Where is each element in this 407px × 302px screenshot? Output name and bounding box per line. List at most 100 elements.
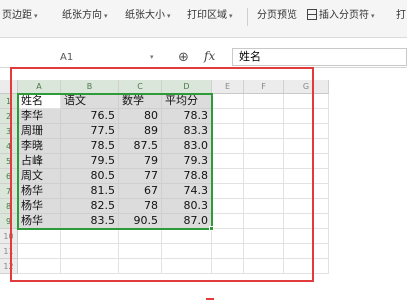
table-cell[interactable]: 87.0	[162, 214, 212, 229]
table-cell[interactable]	[18, 259, 61, 274]
row-header[interactable]: 9	[0, 214, 18, 229]
table-cell[interactable]	[119, 259, 162, 274]
table-cell[interactable]	[212, 214, 244, 229]
table-cell[interactable]	[284, 109, 329, 124]
table-cell[interactable]	[61, 229, 119, 244]
table-cell[interactable]: 82.5	[61, 199, 119, 214]
table-cell[interactable]: 杨华	[18, 184, 61, 199]
row-header[interactable]: 1	[0, 94, 18, 109]
table-cell[interactable]	[284, 169, 329, 184]
formula-input[interactable]: 姓名	[232, 48, 407, 66]
table-cell[interactable]	[284, 199, 329, 214]
table-cell[interactable]	[212, 169, 244, 184]
table-cell[interactable]	[244, 229, 284, 244]
paper-size-menu[interactable]: 纸张大小 ▾	[125, 9, 171, 23]
table-cell[interactable]: 80	[119, 109, 162, 124]
table-cell[interactable]	[119, 229, 162, 244]
table-cell[interactable]: 78.8	[162, 169, 212, 184]
table-cell[interactable]: 数学	[119, 94, 162, 109]
row-header[interactable]: 4	[0, 139, 18, 154]
column-header[interactable]: C	[119, 80, 162, 94]
table-cell[interactable]: 77	[119, 169, 162, 184]
table-cell[interactable]	[284, 214, 329, 229]
table-cell[interactable]	[284, 94, 329, 109]
table-cell[interactable]	[212, 184, 244, 199]
table-cell[interactable]: 78	[119, 199, 162, 214]
table-cell[interactable]	[284, 184, 329, 199]
column-header[interactable]: G	[284, 80, 329, 94]
table-cell[interactable]	[284, 139, 329, 154]
row-header[interactable]: 8	[0, 199, 18, 214]
table-cell[interactable]	[244, 259, 284, 274]
row-header[interactable]: 10	[0, 229, 18, 244]
table-cell[interactable]: 80.3	[162, 199, 212, 214]
row-header[interactable]: 6	[0, 169, 18, 184]
table-cell[interactable]	[244, 124, 284, 139]
table-cell[interactable]	[244, 139, 284, 154]
table-cell[interactable]	[18, 244, 61, 259]
table-cell[interactable]: 74.3	[162, 184, 212, 199]
table-cell[interactable]	[212, 94, 244, 109]
spreadsheet-grid[interactable]: A B C D E F G 1 2 3 4 5 6 7 8 9 10 11 12 姓名 语文 数学 平均分 李华 76.5 80 7…	[0, 67, 407, 302]
table-cell[interactable]: 78.3	[162, 109, 212, 124]
row-header[interactable]: 7	[0, 184, 18, 199]
print-area-menu[interactable]: 打印区域 ▾	[187, 9, 233, 23]
row-header[interactable]: 2	[0, 109, 18, 124]
fx-icon[interactable]: fx	[204, 49, 215, 63]
table-cell[interactable]: 79.5	[61, 154, 119, 169]
table-cell[interactable]	[284, 154, 329, 169]
table-cell[interactable]: 杨华	[18, 199, 61, 214]
table-cell[interactable]: 89	[119, 124, 162, 139]
table-cell[interactable]	[284, 124, 329, 139]
table-cell[interactable]: 平均分	[162, 94, 212, 109]
table-cell[interactable]: 姓名	[18, 94, 61, 109]
table-cell[interactable]	[212, 109, 244, 124]
table-cell[interactable]: 83.3	[162, 124, 212, 139]
insert-page-break-menu[interactable]: 插入分页符 ▾	[307, 9, 375, 23]
fill-handle[interactable]	[209, 226, 214, 231]
table-cell[interactable]	[162, 229, 212, 244]
column-header[interactable]: A	[18, 80, 61, 94]
table-cell[interactable]	[244, 214, 284, 229]
table-cell[interactable]	[212, 199, 244, 214]
page-break-preview-button[interactable]: 分页预览	[257, 9, 297, 23]
table-cell[interactable]	[119, 244, 162, 259]
table-cell[interactable]	[212, 124, 244, 139]
column-header[interactable]: E	[212, 80, 244, 94]
table-cell[interactable]: 81.5	[61, 184, 119, 199]
table-cell[interactable]: 语文	[61, 94, 119, 109]
name-box[interactable]: A1	[26, 52, 136, 63]
table-cell[interactable]: 79	[119, 154, 162, 169]
table-cell[interactable]: 83.0	[162, 139, 212, 154]
table-cell[interactable]: 占峰	[18, 154, 61, 169]
table-cell[interactable]	[284, 259, 329, 274]
table-cell[interactable]: 周珊	[18, 124, 61, 139]
row-header[interactable]: 5	[0, 154, 18, 169]
row-header[interactable]: 11	[0, 244, 18, 259]
table-cell[interactable]	[244, 154, 284, 169]
select-all-corner[interactable]	[0, 80, 18, 94]
table-cell[interactable]	[61, 259, 119, 274]
table-cell[interactable]	[61, 244, 119, 259]
table-cell[interactable]: 周文	[18, 169, 61, 184]
table-cell[interactable]	[162, 259, 212, 274]
table-cell[interactable]: 李晓	[18, 139, 61, 154]
table-cell[interactable]	[212, 229, 244, 244]
table-cell[interactable]	[284, 229, 329, 244]
orientation-menu[interactable]: 纸张方向 ▾	[62, 9, 108, 23]
table-cell[interactable]	[244, 244, 284, 259]
zoom-icon[interactable]: ⊕	[178, 50, 189, 65]
chevron-down-icon[interactable]: ▾	[150, 53, 154, 61]
table-cell[interactable]	[244, 169, 284, 184]
table-cell[interactable]	[212, 139, 244, 154]
table-cell[interactable]	[244, 109, 284, 124]
table-cell[interactable]: 90.5	[119, 214, 162, 229]
table-cell[interactable]	[244, 94, 284, 109]
table-cell[interactable]: 83.5	[61, 214, 119, 229]
table-cell[interactable]	[244, 199, 284, 214]
table-cell[interactable]	[212, 244, 244, 259]
row-header[interactable]: 12	[0, 259, 18, 274]
column-header[interactable]: B	[61, 80, 119, 94]
table-cell[interactable]: 76.5	[61, 109, 119, 124]
table-cell[interactable]: 77.5	[61, 124, 119, 139]
